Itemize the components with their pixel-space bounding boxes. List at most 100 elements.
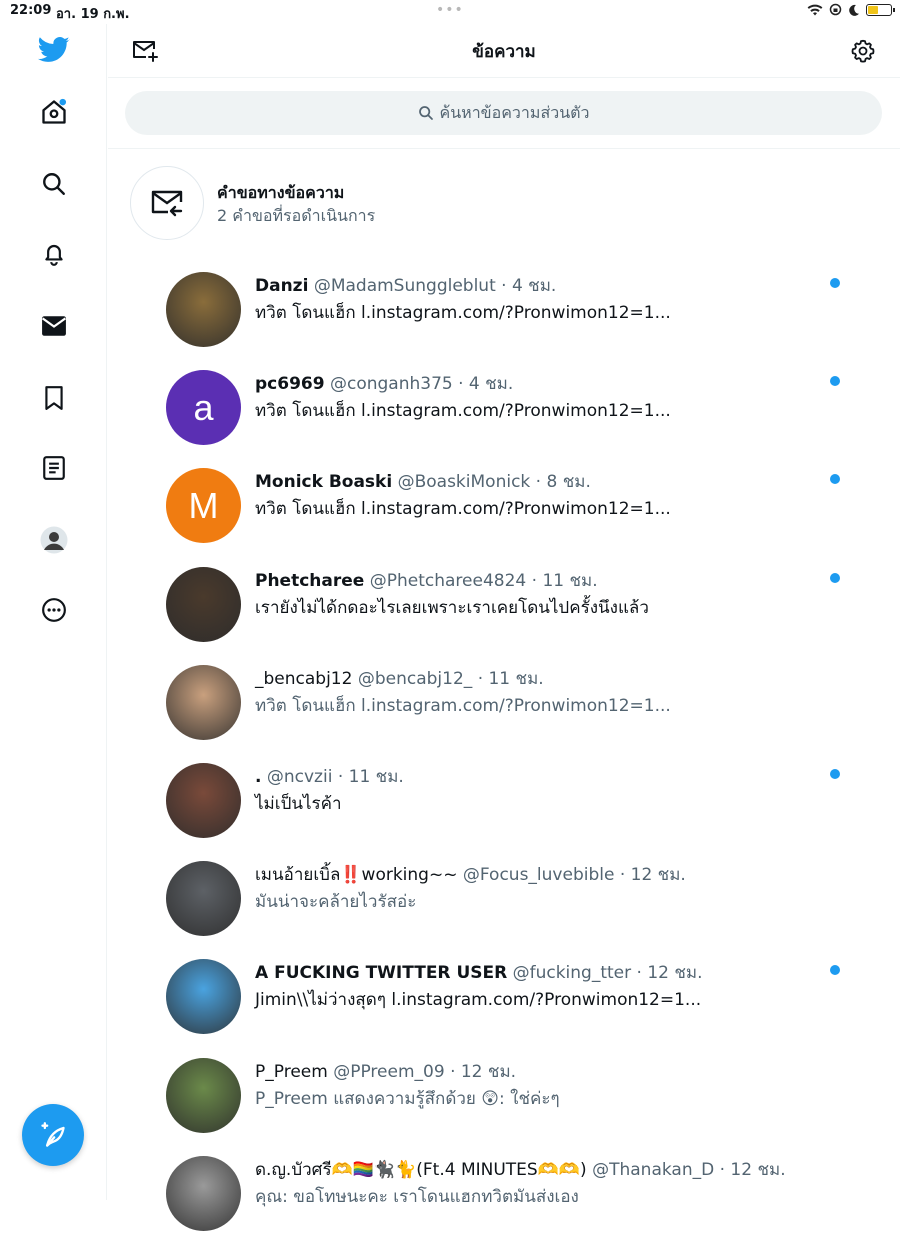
compose-tweet-button[interactable] — [22, 1104, 84, 1166]
avatar[interactable] — [166, 861, 241, 936]
twitter-logo-icon[interactable] — [36, 32, 72, 68]
sidebar-item-home[interactable] — [36, 94, 72, 130]
unread-dot — [830, 474, 840, 484]
message-requests-title: คำขอทางข้อความ — [217, 183, 345, 202]
conversation-row[interactable]: ด.ญ.บัวศรี🫶🏳️‍🌈🐈‍⬛🐈(Ft.4 MINUTES🫶🫶) @Tha… — [166, 1156, 856, 1234]
conversation-row[interactable]: เมนอ้ายเบิ้ล‼️working~~ @Focus_luvebible… — [166, 861, 856, 939]
more-icon — [42, 598, 66, 622]
message-preview: ไม่เป็นไรค้า — [255, 794, 342, 814]
sender-name: . — [255, 767, 262, 787]
wifi-icon — [807, 4, 823, 15]
home-icon — [42, 98, 67, 124]
sidebar-item-notifications[interactable] — [36, 236, 72, 272]
status-time: 22:09 — [10, 3, 52, 18]
avatar[interactable] — [166, 1058, 241, 1133]
sender-name: Phetcharee — [255, 571, 365, 591]
conversation-row[interactable]: A FUCKING TWITTER USER @fucking_tter · 1… — [166, 959, 856, 1037]
conversation-header: pc6969 @conganh375 · 4 ชม. — [255, 370, 513, 397]
conversation-row[interactable]: . @ncvzii · 11 ชม. ไม่เป็นไรค้า — [166, 763, 856, 841]
sender-handle: @fucking_tter — [512, 963, 632, 983]
avatar[interactable] — [166, 763, 241, 838]
unread-dot — [830, 278, 840, 288]
lists-icon — [43, 456, 65, 480]
message-time: · 11 ชม. — [477, 669, 544, 689]
sender-name: ด.ญ.บัวศรี🫶🏳️‍🌈🐈‍⬛🐈(Ft.4 MINUTES🫶🫶) — [255, 1160, 587, 1180]
conversation-row[interactable]: M Monick Boaski @BoaskiMonick · 8 ชม. ทวิต… — [166, 468, 856, 546]
unread-dot — [830, 769, 840, 779]
message-requests-row[interactable]: คำขอทางข้อความ 2 คำขอที่รอดำเนินการ — [130, 166, 830, 240]
avatar-letter: a — [193, 386, 214, 428]
unread-dot — [830, 573, 840, 583]
sender-name: P_Preem — [255, 1062, 328, 1082]
message-time: · 12 ชม. — [450, 1062, 517, 1082]
avatar[interactable] — [166, 665, 241, 740]
conversation-header: Phetcharee @Phetcharee4824 · 11 ชม. — [255, 567, 598, 594]
search-icon — [43, 173, 65, 195]
message-preview: มันน่าจะคล้ายไวรัสอ่ะ — [255, 892, 417, 912]
sidebar-item-bookmarks[interactable] — [36, 380, 72, 416]
multitasking-dots[interactable]: ••• — [436, 2, 464, 18]
conversation-header: . @ncvzii · 11 ชม. — [255, 763, 404, 790]
search-icon — [418, 106, 433, 120]
avatar[interactable] — [166, 1156, 241, 1231]
avatar[interactable]: a — [166, 370, 241, 445]
message-preview: ทวิต โดนแฮ็ก l.instagram.com/?Pronwimon1… — [255, 401, 671, 421]
messages-header: ข้อความ — [108, 24, 900, 78]
sender-handle: @bencabj12_ — [357, 669, 473, 689]
sender-handle: @Thanakan_D — [592, 1160, 715, 1180]
avatar[interactable] — [166, 567, 241, 642]
conversation-row[interactable]: a pc6969 @conganh375 · 4 ชม. ทวิต โดนแฮ็ก … — [166, 370, 856, 448]
envelope-icon — [41, 316, 67, 336]
bell-icon — [45, 244, 63, 266]
conversation-row[interactable]: _bencabj12 @bencabj12_ · 11 ชม. ทวิต โดนแ… — [166, 665, 856, 743]
conversation-row[interactable]: Phetcharee @Phetcharee4824 · 11 ชม. เรายั… — [166, 567, 856, 645]
sidebar-item-profile[interactable] — [36, 522, 72, 558]
message-time: · 12 ชม. — [636, 963, 703, 983]
battery-icon — [866, 3, 895, 16]
sender-name: _bencabj12 — [255, 669, 353, 689]
sidebar-item-more[interactable] — [36, 592, 72, 628]
unread-dot — [830, 376, 840, 386]
sidebar-item-explore[interactable] — [36, 166, 72, 202]
sender-handle: @ncvzii — [266, 767, 333, 787]
conversation-header: ด.ญ.บัวศรี🫶🏳️‍🌈🐈‍⬛🐈(Ft.4 MINUTES🫶🫶) @Tha… — [255, 1156, 786, 1183]
sender-name: Monick Boaski — [255, 472, 393, 492]
message-time: · 4 ชม. — [458, 374, 514, 394]
conversation-row[interactable]: Danzi @MadamSunggleblut · 4 ชม. ทวิต โดนแ… — [166, 272, 856, 350]
avatar[interactable] — [166, 959, 241, 1034]
status-bar: 22:09 อา. 19 ก.พ. ••• — [0, 0, 900, 24]
sidebar-item-lists[interactable] — [36, 450, 72, 486]
message-preview: Jimin\\ไม่ว่างสุดๆ l.instagram.com/?Pron… — [255, 990, 702, 1010]
message-requests-subtitle: 2 คำขอที่รอดำเนินการ — [217, 206, 376, 225]
message-preview: ทวิต โดนแฮ็ก l.instagram.com/?Pronwimon1… — [255, 696, 671, 716]
conversation-header: Danzi @MadamSunggleblut · 4 ชม. — [255, 272, 556, 299]
avatar[interactable] — [166, 272, 241, 347]
page-title: ข้อความ — [472, 42, 536, 62]
sender-handle: @Phetcharee4824 — [369, 571, 527, 591]
divider — [108, 148, 900, 149]
conversation-header: P_Preem @PPreem_09 · 12 ชม. — [255, 1058, 516, 1085]
bookmark-icon — [45, 386, 63, 410]
moon-icon — [849, 4, 859, 16]
conversation-row[interactable]: P_Preem @PPreem_09 · 12 ชม. P_Preem แสดงค… — [166, 1058, 856, 1136]
sender-handle: @PPreem_09 — [333, 1062, 445, 1082]
message-time: · 4 ชม. — [501, 276, 557, 296]
search-input[interactable]: ค้นหาข้อความส่วนตัว — [125, 91, 882, 135]
sidebar-item-messages[interactable] — [36, 308, 72, 344]
message-time: · 11 ชม. — [531, 571, 598, 591]
message-preview: ทวิต โดนแฮ็ก l.instagram.com/?Pronwimon1… — [255, 499, 671, 519]
settings-button[interactable] — [848, 36, 878, 66]
gear-icon — [851, 39, 875, 63]
message-preview: เรายังไม่ได้กดอะไรเลยเพราะเราเคยโดนไปครั… — [255, 598, 649, 618]
message-time: · 12 ชม. — [719, 1160, 786, 1180]
avatar-letter: M — [188, 484, 219, 526]
message-request-icon — [151, 190, 183, 217]
sender-name: Danzi — [255, 276, 309, 296]
status-date: อา. 19 ก.พ. — [56, 7, 130, 22]
avatar[interactable]: M — [166, 468, 241, 543]
sender-name: เมนอ้ายเบิ้ล‼️working~~ — [255, 865, 458, 885]
profile-avatar-icon — [40, 526, 68, 554]
sender-handle: @conganh375 — [329, 374, 453, 394]
conversation-header: เมนอ้ายเบิ้ล‼️working~~ @Focus_luvebible… — [255, 861, 686, 888]
message-time: · 12 ชม. — [619, 865, 686, 885]
